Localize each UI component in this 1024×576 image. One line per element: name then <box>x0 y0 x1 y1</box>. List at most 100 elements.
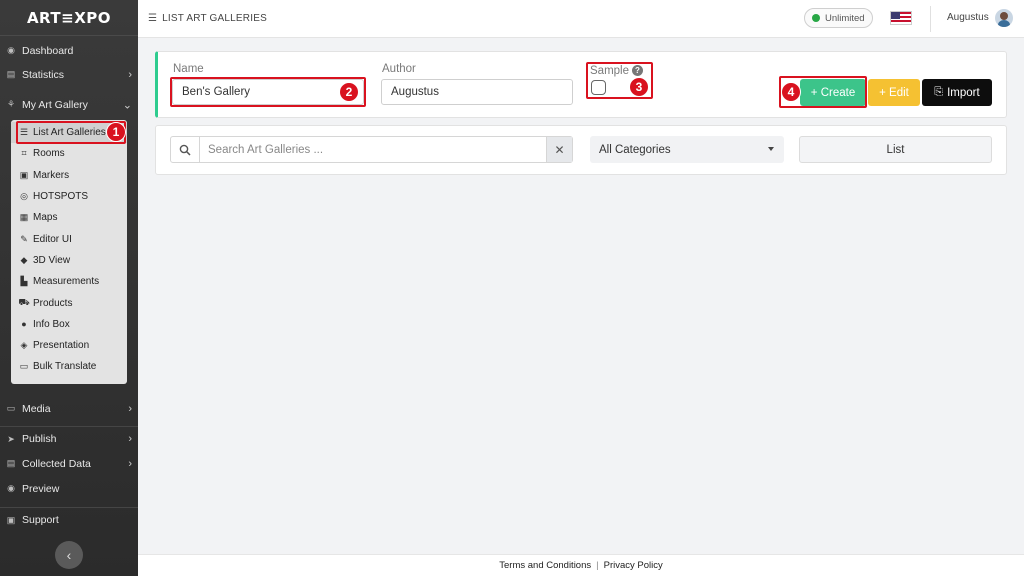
annotation-badge-3: 3 <box>629 77 649 97</box>
editor-ui-icon: ✎ <box>20 233 28 244</box>
caret-down-icon <box>768 147 774 151</box>
sidebar-subitem-label: Info Box <box>33 318 70 330</box>
import-label: Import <box>947 86 980 99</box>
chevron-right-icon: › <box>128 68 132 81</box>
search-input[interactable] <box>200 137 546 162</box>
info-icon: ● <box>21 319 27 330</box>
sidebar-subitem-measurements[interactable]: ▙ Measurements <box>11 271 127 292</box>
plan-label: Unlimited <box>825 12 865 24</box>
statistics-icon: ▤ <box>6 69 16 79</box>
import-button[interactable]: ⎘ Import <box>922 79 992 106</box>
sidebar-subitem-bulk-translate[interactable]: ▭ Bulk Translate <box>11 356 127 377</box>
hotspot-icon: ◎ <box>20 191 28 202</box>
annotation-badge-1: 1 <box>106 122 126 142</box>
chevron-right-icon: › <box>128 457 132 470</box>
chevron-down-icon: ⌄ <box>122 99 132 111</box>
sidebar-subitem-label: Maps <box>33 212 58 224</box>
sidebar-submenu: ☰ List Art Galleries ⌗ Rooms ▣ Markers ◎… <box>11 120 127 384</box>
sidebar: ART≡XPO ◉ Dashboard ▤ Statistics › ⚘ My … <box>0 0 138 576</box>
list-icon: ☰ <box>148 13 158 24</box>
marker-icon: ▣ <box>19 169 29 180</box>
username[interactable]: Augustus <box>947 12 989 23</box>
annotation-badge-2: 2 <box>339 82 359 102</box>
eye-icon: ◉ <box>7 483 15 493</box>
presentation-icon: ◈ <box>20 340 28 351</box>
sidebar-item-label: Media <box>22 402 51 415</box>
sidebar-item-label: Preview <box>22 482 60 495</box>
sidebar-subitem-rooms[interactable]: ⌗ Rooms <box>11 143 127 164</box>
chevron-left-icon: ‹ <box>66 547 72 563</box>
sidebar-subitem-label: Measurements <box>33 276 100 288</box>
import-file-icon: ⎘ <box>934 86 944 98</box>
close-icon: ✕ <box>554 142 565 157</box>
sidebar-subitem-label: Markers <box>33 169 70 181</box>
edit-button[interactable]: + Edit <box>868 79 920 106</box>
author-label: Author <box>382 63 416 75</box>
send-icon: ➤ <box>7 433 15 444</box>
author-input[interactable] <box>381 79 573 105</box>
chevron-right-icon: › <box>128 402 132 415</box>
search-icon <box>171 137 200 162</box>
terms-link[interactable]: Terms and Conditions <box>499 560 591 571</box>
category-select-value: All Categories <box>599 143 671 156</box>
translate-icon: ▭ <box>19 361 29 372</box>
sidebar-item-statistics[interactable]: ▤ Statistics › <box>0 62 138 87</box>
name-label: Name <box>173 63 204 75</box>
sidebar-subitem-label: 3D View <box>33 254 71 266</box>
sidebar-item-label: Publish <box>22 433 57 445</box>
sidebar-item-label: Support <box>22 514 59 526</box>
sidebar-subitem-label: HOTSPOTS <box>33 191 89 203</box>
sidebar-item-label: Dashboard <box>22 44 74 57</box>
sidebar-subitem-label: Editor UI <box>33 233 72 245</box>
sidebar-subitem-maps[interactable]: ▦ Maps <box>11 207 127 228</box>
annotation-badge-4: 4 <box>781 82 801 102</box>
sidebar-item-label: Statistics <box>22 68 65 81</box>
cube-icon: ◆ <box>20 254 28 265</box>
status-dot-icon <box>812 14 820 22</box>
map-icon: ▦ <box>19 212 29 223</box>
support-icon: ▣ <box>6 514 16 525</box>
chevron-right-icon: › <box>128 433 132 445</box>
sidebar-subitem-products[interactable]: ⛟ Products <box>11 292 127 313</box>
rooms-icon: ⌗ <box>21 148 27 159</box>
sidebar-subitem-info-box[interactable]: ● Info Box <box>11 314 127 335</box>
footer-separator: | <box>596 560 599 571</box>
list-button[interactable]: List <box>799 136 992 163</box>
monitor-icon: ▭ <box>6 403 16 413</box>
sidebar-subitem-label: Products <box>33 297 73 309</box>
database-icon: ▤ <box>6 458 16 468</box>
measurement-icon: ▙ <box>20 276 28 287</box>
annotation-highlight-2 <box>170 77 366 107</box>
sidebar-item-collected-data[interactable]: ▤ Collected Data › <box>0 451 138 476</box>
footer: Terms and Conditions | Privacy Policy <box>138 554 1024 576</box>
sidebar-subitem-3d-view[interactable]: ◆ 3D View <box>11 250 127 271</box>
sidebar-collapse-button[interactable]: ‹ <box>55 541 83 569</box>
search-group: ✕ <box>170 136 573 163</box>
sidebar-item-label: My Art Gallery <box>22 98 88 111</box>
sidebar-item-my-art-gallery[interactable]: ⚘ My Art Gallery ⌄ <box>0 92 138 117</box>
clear-search-button[interactable]: ✕ <box>546 137 572 162</box>
dashboard-icon: ◉ <box>7 45 15 55</box>
gallery-icon: ⚘ <box>6 99 16 109</box>
sidebar-subitem-hotspots[interactable]: ◎ HOTSPOTS <box>11 186 127 207</box>
sidebar-subitem-label: Rooms <box>33 148 65 160</box>
sidebar-item-dashboard[interactable]: ◉ Dashboard <box>0 38 138 63</box>
topbar-divider <box>930 6 931 32</box>
sidebar-subitem-label: Presentation <box>33 340 90 352</box>
sidebar-item-label: Collected Data <box>22 457 91 470</box>
sidebar-item-preview[interactable]: ◉ Preview <box>0 476 138 501</box>
sidebar-subitem-editor-ui[interactable]: ✎ Editor UI <box>11 228 127 249</box>
sidebar-item-media[interactable]: ▭ Media › <box>0 396 138 421</box>
sidebar-subitem-presentation[interactable]: ◈ Presentation <box>11 335 127 356</box>
sidebar-subitem-markers[interactable]: ▣ Markers <box>11 165 127 186</box>
app-logo[interactable]: ART≡XPO <box>0 0 138 36</box>
category-select[interactable]: All Categories <box>590 136 784 163</box>
avatar[interactable] <box>995 9 1013 27</box>
page-title: ☰ LIST ART GALLERIES <box>148 13 267 24</box>
privacy-link[interactable]: Privacy Policy <box>604 560 663 571</box>
plan-badge[interactable]: Unlimited <box>804 8 873 28</box>
sidebar-item-publish[interactable]: ➤ Publish › <box>0 426 138 451</box>
sidebar-item-support[interactable]: ▣ Support <box>0 507 138 532</box>
page-title-text: LIST ART GALLERIES <box>162 13 267 24</box>
us-flag-icon[interactable] <box>890 11 912 25</box>
